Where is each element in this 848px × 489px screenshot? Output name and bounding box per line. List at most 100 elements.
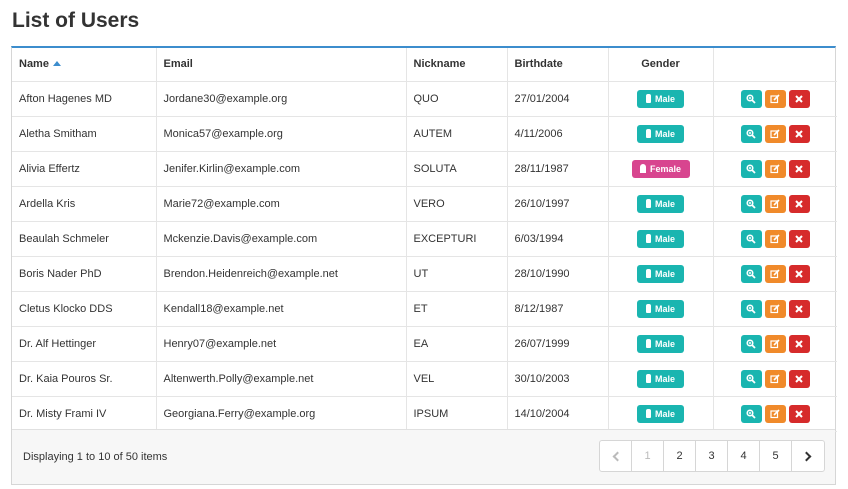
cell-birthdate: 26/10/1997 bbox=[507, 186, 609, 222]
pagination-page-5[interactable]: 5 bbox=[760, 441, 792, 471]
edit-button[interactable] bbox=[764, 159, 786, 178]
delete-button[interactable] bbox=[788, 89, 810, 108]
cell-email: Jordane30@example.org bbox=[156, 81, 407, 117]
view-button[interactable] bbox=[740, 369, 762, 388]
male-icon bbox=[645, 269, 651, 278]
edit-icon bbox=[770, 128, 780, 138]
delete-button[interactable] bbox=[788, 124, 810, 143]
table-row[interactable]: Afton Hagenes MD Jordane30@example.org Q… bbox=[12, 81, 837, 117]
column-header-birthdate[interactable]: Birthdate bbox=[507, 48, 609, 82]
view-button[interactable] bbox=[740, 159, 762, 178]
cell-nickname: UT bbox=[406, 256, 508, 292]
view-button[interactable] bbox=[740, 334, 762, 353]
cell-name: Ardella Kris bbox=[12, 186, 157, 222]
cell-nickname: SOLUTA bbox=[406, 151, 508, 187]
edit-button[interactable] bbox=[764, 264, 786, 283]
cell-email: Monica57@example.org bbox=[156, 116, 407, 152]
pagination-next-button[interactable] bbox=[792, 441, 824, 471]
edit-button[interactable] bbox=[764, 299, 786, 318]
cell-birthdate: 28/11/1987 bbox=[507, 151, 609, 187]
view-button[interactable] bbox=[740, 89, 762, 108]
pagination-page-2[interactable]: 2 bbox=[664, 441, 696, 471]
users-table-panel: Name Email Nickname Birthdate Gender Aft… bbox=[11, 46, 837, 485]
pagination-page-3[interactable]: 3 bbox=[696, 441, 728, 471]
delete-icon bbox=[795, 269, 803, 278]
edit-button[interactable] bbox=[764, 369, 786, 388]
delete-button[interactable] bbox=[788, 334, 810, 353]
gender-badge: Male bbox=[637, 264, 684, 283]
view-button[interactable] bbox=[740, 404, 762, 423]
zoom-icon bbox=[746, 128, 756, 139]
delete-icon bbox=[795, 234, 803, 243]
pagination-prev-button[interactable] bbox=[600, 441, 632, 471]
cell-name: Dr. Kaia Pouros Sr. bbox=[12, 361, 157, 397]
delete-button[interactable] bbox=[788, 404, 810, 423]
edit-button[interactable] bbox=[764, 229, 786, 248]
cell-name: Afton Hagenes MD bbox=[12, 81, 157, 117]
cell-actions bbox=[713, 291, 837, 327]
gender-badge: Male bbox=[637, 194, 684, 213]
sort-ascending-icon bbox=[52, 61, 61, 67]
edit-button[interactable] bbox=[764, 89, 786, 108]
table-row[interactable]: Beaulah Schmeler Mckenzie.Davis@example.… bbox=[12, 221, 837, 257]
delete-button[interactable] bbox=[788, 369, 810, 388]
cell-gender: Male bbox=[608, 291, 714, 327]
cell-name: Cletus Klocko DDS bbox=[12, 291, 157, 327]
delete-icon bbox=[795, 164, 803, 173]
delete-icon bbox=[795, 304, 803, 313]
pagination-page-4[interactable]: 4 bbox=[728, 441, 760, 471]
table-row[interactable]: Dr. Kaia Pouros Sr. Altenwerth.Polly@exa… bbox=[12, 361, 837, 397]
delete-button[interactable] bbox=[788, 194, 810, 213]
table-row[interactable]: Alivia Effertz Jenifer.Kirlin@example.co… bbox=[12, 151, 837, 187]
delete-button[interactable] bbox=[788, 264, 810, 283]
table-row[interactable]: Ardella Kris Marie72@example.com VERO 26… bbox=[12, 186, 837, 222]
delete-button[interactable] bbox=[788, 299, 810, 318]
table-row[interactable]: Dr. Misty Frami IV Georgiana.Ferry@examp… bbox=[12, 396, 837, 432]
edit-button[interactable] bbox=[764, 194, 786, 213]
cell-actions bbox=[713, 151, 837, 187]
column-header-name[interactable]: Name bbox=[12, 48, 157, 82]
view-button[interactable] bbox=[740, 229, 762, 248]
pagination-page-1[interactable]: 1 bbox=[632, 441, 664, 471]
delete-button[interactable] bbox=[788, 229, 810, 248]
table-row[interactable]: Boris Nader PhD Brendon.Heidenreich@exam… bbox=[12, 256, 837, 292]
view-button[interactable] bbox=[740, 299, 762, 318]
edit-icon bbox=[770, 233, 780, 243]
users-table: Name Email Nickname Birthdate Gender Aft… bbox=[12, 48, 837, 432]
male-icon bbox=[645, 374, 651, 383]
zoom-icon bbox=[746, 268, 756, 279]
male-icon bbox=[645, 94, 651, 103]
cell-name: Dr. Misty Frami IV bbox=[12, 396, 157, 432]
row-actions bbox=[721, 404, 831, 423]
gender-badge: Male bbox=[637, 124, 684, 143]
table-row[interactable]: Dr. Alf Hettinger Henry07@example.net EA… bbox=[12, 326, 837, 362]
gender-label: Male bbox=[654, 338, 675, 349]
column-header-email[interactable]: Email bbox=[156, 48, 407, 82]
gender-badge: Male bbox=[637, 89, 684, 108]
column-header-gender[interactable]: Gender bbox=[608, 48, 714, 82]
view-button[interactable] bbox=[740, 124, 762, 143]
view-button[interactable] bbox=[740, 264, 762, 283]
cell-email: Henry07@example.net bbox=[156, 326, 407, 362]
gender-badge: Male bbox=[637, 369, 684, 388]
edit-button[interactable] bbox=[764, 334, 786, 353]
cell-nickname: ET bbox=[406, 291, 508, 327]
edit-button[interactable] bbox=[764, 404, 786, 423]
edit-button[interactable] bbox=[764, 124, 786, 143]
row-actions bbox=[721, 369, 831, 388]
table-row[interactable]: Aletha Smitham Monica57@example.org AUTE… bbox=[12, 116, 837, 152]
gender-label: Male bbox=[654, 373, 675, 384]
view-button[interactable] bbox=[740, 194, 762, 213]
cell-actions bbox=[713, 361, 837, 397]
gender-label: Male bbox=[654, 408, 675, 419]
edit-icon bbox=[770, 408, 780, 418]
gender-label: Male bbox=[654, 93, 675, 104]
table-row[interactable]: Cletus Klocko DDS Kendall18@example.net … bbox=[12, 291, 837, 327]
cell-gender: Male bbox=[608, 221, 714, 257]
cell-actions bbox=[713, 186, 837, 222]
gender-label: Male bbox=[654, 233, 675, 244]
cell-nickname: IPSUM bbox=[406, 396, 508, 432]
column-header-nickname[interactable]: Nickname bbox=[406, 48, 508, 82]
delete-button[interactable] bbox=[788, 159, 810, 178]
row-actions bbox=[721, 299, 831, 318]
